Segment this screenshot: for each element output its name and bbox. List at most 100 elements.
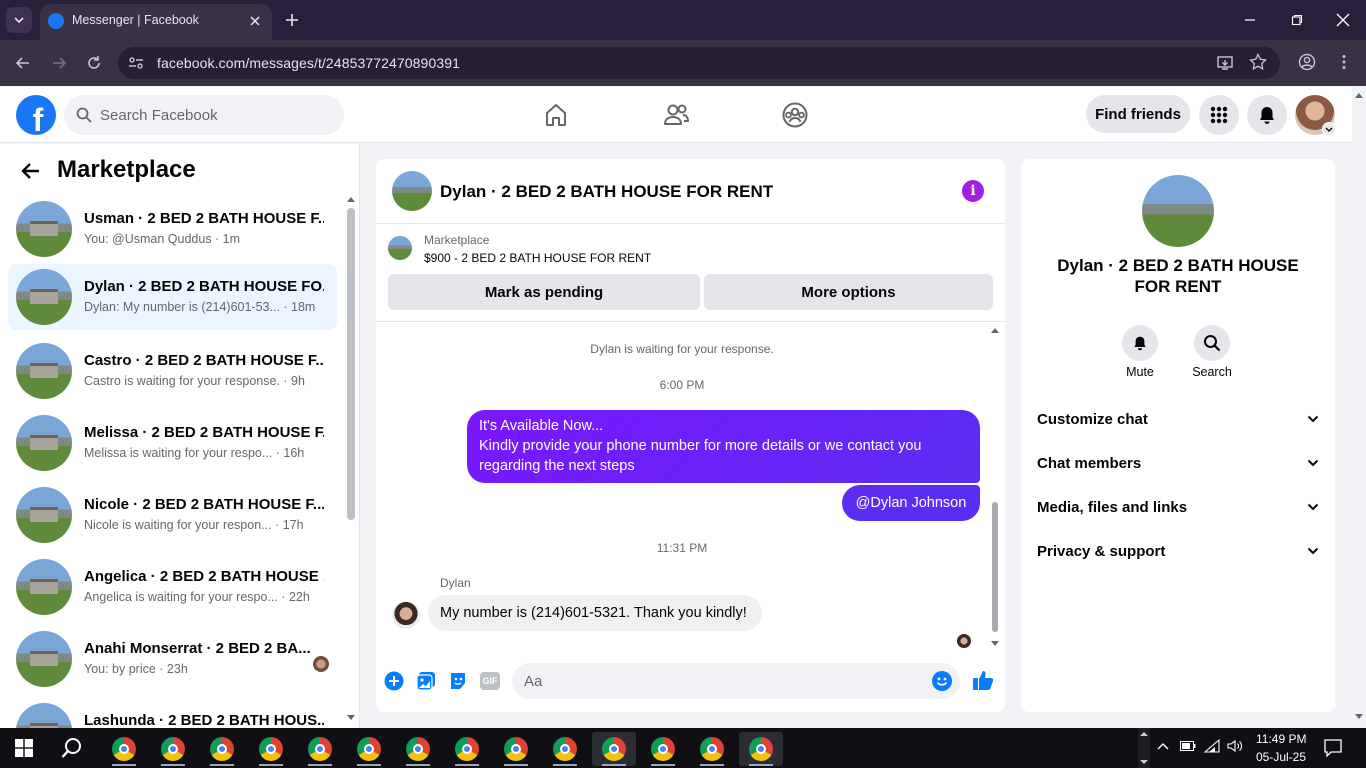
- listing-thumbnail[interactable]: [388, 236, 412, 260]
- tab-search-dropdown-button[interactable]: [6, 7, 32, 33]
- chat-members-section[interactable]: Chat members: [1037, 443, 1319, 483]
- close-window-button[interactable]: [1333, 10, 1353, 30]
- taskbar-chrome-icon[interactable]: [445, 732, 489, 766]
- message-input[interactable]: [524, 663, 924, 699]
- notification-center-icon[interactable]: [1324, 739, 1342, 757]
- page-scrollbar[interactable]: [1352, 87, 1366, 728]
- taskbar-chrome-icon[interactable]: [641, 732, 685, 766]
- reload-button[interactable]: [85, 54, 103, 72]
- conversation-item[interactable]: Angelica · 2 BED 2 BATH HOUSE ... Angeli…: [8, 554, 337, 620]
- plus-circle-icon[interactable]: [384, 671, 404, 691]
- chat-header-avatar[interactable]: [392, 171, 432, 211]
- media-files-links-section[interactable]: Media, files and links: [1037, 487, 1319, 527]
- home-nav-icon[interactable]: [540, 99, 572, 131]
- scroll-down-arrow-icon[interactable]: [1354, 713, 1364, 721]
- privacy-support-section[interactable]: Privacy & support: [1037, 531, 1319, 571]
- more-options-button[interactable]: More options: [704, 274, 993, 310]
- contact-avatar[interactable]: [1142, 175, 1214, 247]
- gif-icon[interactable]: GIF: [480, 672, 500, 690]
- thumbs-up-icon[interactable]: [972, 669, 994, 691]
- new-tab-button[interactable]: [282, 10, 302, 30]
- install-app-icon[interactable]: [1216, 54, 1234, 72]
- search-in-chat-button[interactable]: [1194, 325, 1230, 361]
- conversation-item[interactable]: Anahi Monserrat · 2 BED 2 BA... You: by …: [8, 626, 337, 692]
- search-box[interactable]: [64, 95, 344, 135]
- taskbar-chrome-icon[interactable]: [543, 732, 587, 766]
- message-scrollbar[interactable]: [992, 502, 998, 632]
- menu-grid-button[interactable]: [1199, 95, 1239, 135]
- account-chevron-icon[interactable]: [1322, 122, 1336, 136]
- taskbar-chrome-icon[interactable]: [298, 732, 342, 766]
- chat-title[interactable]: Dylan · 2 BED 2 BATH HOUSE FOR RENT: [440, 182, 773, 202]
- sticker-icon[interactable]: [448, 671, 468, 691]
- incoming-message[interactable]: My number is (214)601-5321. Thank you ki…: [428, 595, 762, 631]
- scroll-up-arrow-icon[interactable]: [990, 326, 1000, 334]
- taskbar-chrome-icon[interactable]: [102, 732, 146, 766]
- emoji-icon[interactable]: [932, 671, 952, 691]
- taskbar-search-icon[interactable]: [61, 737, 83, 759]
- conversation-item-active[interactable]: Dylan · 2 BED 2 BATH HOUSE FO... Dylan: …: [8, 264, 337, 330]
- taskbar-chrome-icon[interactable]: [249, 732, 293, 766]
- mute-button[interactable]: [1122, 325, 1158, 361]
- conversation-item[interactable]: Castro · 2 BED 2 BATH HOUSE F... Castro …: [8, 338, 337, 404]
- restore-window-button[interactable]: [1287, 10, 1307, 30]
- taskbar-chrome-icon[interactable]: [690, 732, 734, 766]
- mark-as-pending-button[interactable]: Mark as pending: [388, 274, 700, 310]
- forward-button[interactable]: [50, 54, 68, 72]
- browser-tab[interactable]: Messenger | Facebook: [40, 4, 272, 40]
- scroll-down-arrow-icon[interactable]: [346, 714, 356, 722]
- sender-name: Dylan: [440, 576, 471, 590]
- scroll-up-arrow-icon[interactable]: [1354, 91, 1364, 99]
- facebook-logo[interactable]: f: [16, 95, 56, 135]
- info-icon[interactable]: i: [962, 180, 984, 202]
- battery-icon[interactable]: [1180, 741, 1196, 751]
- taskbar-chrome-icon[interactable]: [739, 732, 783, 766]
- conversation-name: Lashunda · 2 BED 2 BATH HOUS...: [84, 712, 324, 728]
- taskbar-chrome-icon[interactable]: [396, 732, 440, 766]
- photo-icon[interactable]: [416, 671, 436, 691]
- scroll-down-arrow-icon[interactable]: [990, 640, 1000, 648]
- outgoing-message-mention[interactable]: @Dylan Johnson: [842, 485, 980, 521]
- back-button[interactable]: [14, 54, 32, 72]
- listing-price-title[interactable]: $900 - 2 BED 2 BATH HOUSE FOR RENT: [424, 251, 651, 265]
- customize-chat-section[interactable]: Customize chat: [1037, 399, 1319, 439]
- contact-name: Dylan · 2 BED 2 BATH HOUSE FOR RENT: [1057, 256, 1299, 296]
- minimize-window-button[interactable]: [1240, 10, 1260, 30]
- bookmark-star-icon[interactable]: [1249, 53, 1267, 71]
- site-info-icon[interactable]: [127, 54, 145, 72]
- taskbar-chrome-icon[interactable]: [151, 732, 195, 766]
- search-input[interactable]: [100, 95, 330, 135]
- volume-icon[interactable]: [1227, 739, 1243, 753]
- notifications-button[interactable]: [1247, 95, 1287, 135]
- message-input-box[interactable]: [512, 663, 960, 699]
- profile-icon[interactable]: [1298, 53, 1316, 71]
- wifi-icon[interactable]: [1204, 739, 1220, 753]
- groups-nav-icon[interactable]: [779, 99, 811, 131]
- taskbar-date[interactable]: 05-Jul-25: [1256, 750, 1306, 764]
- taskbar-chrome-icon[interactable]: [347, 732, 391, 766]
- timestamp: 6:00 PM: [659, 378, 705, 392]
- conversation-item[interactable]: Lashunda · 2 BED 2 BATH HOUS...: [8, 698, 337, 728]
- sender-avatar[interactable]: [392, 601, 420, 629]
- taskbar-chrome-icon[interactable]: [592, 732, 636, 766]
- conversation-list-scrollbar[interactable]: [347, 208, 355, 520]
- conversation-item[interactable]: Nicole · 2 BED 2 BATH HOUSE F... Nicole …: [8, 482, 337, 548]
- find-friends-button[interactable]: Find friends: [1086, 95, 1190, 133]
- conversation-item[interactable]: Melissa · 2 BED 2 BATH HOUSE F... Meliss…: [8, 410, 337, 476]
- friends-nav-icon[interactable]: [660, 99, 692, 131]
- message-line: Kindly provide your phone number for mor…: [479, 438, 922, 474]
- close-tab-icon[interactable]: [246, 12, 264, 30]
- conversation-item[interactable]: Usman · 2 BED 2 BATH HOUSE F... You: @Us…: [8, 196, 337, 262]
- taskbar-chrome-icon[interactable]: [494, 732, 538, 766]
- url-text[interactable]: facebook.com/messages/t/2485377247089039…: [157, 55, 460, 71]
- taskbar-scroll[interactable]: [1138, 728, 1150, 768]
- show-hidden-icons-chevron-icon[interactable]: [1157, 742, 1169, 750]
- back-arrow-icon[interactable]: [20, 160, 42, 182]
- marketplace-title: Marketplace: [57, 156, 196, 183]
- windows-start-icon[interactable]: [15, 739, 33, 757]
- taskbar-chrome-icon[interactable]: [200, 732, 244, 766]
- browser-menu-icon[interactable]: [1335, 53, 1353, 71]
- taskbar-time[interactable]: 11:49 PM: [1256, 732, 1306, 746]
- scroll-up-arrow-icon[interactable]: [346, 195, 356, 203]
- outgoing-message[interactable]: It's Available Now... Kindly provide you…: [467, 410, 980, 483]
